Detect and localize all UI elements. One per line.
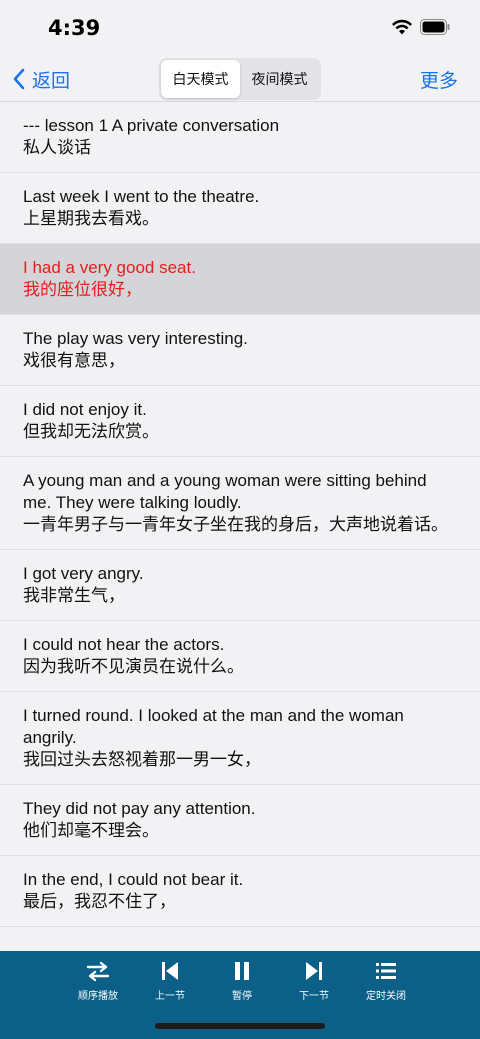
sentence-english: In the end, I could not bear it. (23, 870, 244, 889)
list-icon (376, 963, 396, 979)
segment-day-mode[interactable]: 白天模式 (161, 60, 240, 98)
sentence-row[interactable]: In the end, I could not bear it. 最后，我忍不住… (0, 856, 480, 927)
more-button[interactable]: 更多 (420, 66, 458, 93)
sentence-row[interactable]: I turned round. I looked at the man and … (0, 692, 480, 785)
sentence-english: I could not hear the actors. (23, 635, 225, 654)
status-bar: 4:39 (0, 0, 480, 56)
sentence-chinese: 我非常生气， (23, 586, 125, 606)
order-play-button[interactable]: 顺序播放 (62, 959, 134, 1005)
sentence-english: The play was very interesting. (23, 329, 248, 348)
back-button[interactable]: 返回 (12, 62, 70, 96)
pause-icon (235, 962, 249, 980)
chevron-left-icon (13, 68, 25, 90)
order-play-label: 顺序播放 (78, 991, 118, 1002)
home-indicator (155, 1023, 325, 1029)
sentence-english: Last week I went to the theatre. (23, 187, 260, 206)
sentence-row[interactable]: I could not hear the actors. 因为我听不见演员在说什… (0, 621, 480, 692)
back-label: 返回 (32, 69, 71, 92)
sentence-row[interactable]: Last week I went to the theatre. 上星期我去看戏… (0, 173, 480, 244)
segment-night-mode[interactable]: 夜间模式 (240, 60, 319, 98)
skip-forward-icon (306, 962, 322, 980)
sleep-timer-button[interactable]: 定时关闭 (350, 959, 422, 1005)
player-controls: 顺序播放 上一节 暂停 下一节 定时关闭 (62, 959, 422, 1005)
sentence-chinese: 戏很有意思， (23, 351, 125, 371)
pause-label: 暂停 (232, 991, 252, 1002)
sentence-row[interactable]: A young man and a young woman were sitti… (0, 457, 480, 550)
previous-section-label: 上一节 (155, 991, 185, 1002)
sentence-row[interactable]: I did not enjoy it. 但我却无法欣赏。 (0, 386, 480, 457)
sentence-english: A young man and a young woman were sitti… (23, 471, 427, 512)
sentence-english: --- lesson 1 A private conversation (23, 116, 280, 135)
nav-bar: 返回 白天模式 夜间模式 更多 (0, 56, 480, 102)
sentence-row[interactable]: They did not pay any attention. 他们却毫不理会。 (0, 785, 480, 856)
sentence-english: I got very angry. (23, 564, 144, 583)
battery-icon (420, 19, 450, 35)
sentence-row[interactable]: --- lesson 1 A private conversation 私人谈话 (0, 102, 480, 173)
pause-button[interactable]: 暂停 (206, 959, 278, 1005)
sentence-chinese: 但我却无法欣赏。 (23, 422, 159, 442)
sentence-chinese: 他们却毫不理会。 (23, 821, 159, 841)
next-section-button[interactable]: 下一节 (278, 959, 350, 1005)
status-time: 4:39 (48, 16, 101, 40)
previous-section-button[interactable]: 上一节 (134, 959, 206, 1005)
sleep-timer-label: 定时关闭 (366, 991, 406, 1002)
next-section-label: 下一节 (299, 991, 329, 1002)
sentence-english: I turned round. I looked at the man and … (23, 706, 404, 747)
sentence-row[interactable]: I got very angry. 我非常生气， (0, 550, 480, 621)
sentence-row-current[interactable]: I had a very good seat. 我的座位很好， (0, 244, 480, 315)
wifi-icon (392, 19, 412, 35)
sentence-list[interactable]: --- lesson 1 A private conversation 私人谈话… (0, 102, 480, 951)
sentence-chinese: 因为我听不见演员在说什么。 (23, 657, 244, 677)
sentence-english: They did not pay any attention. (23, 799, 256, 818)
theme-segmented-control: 白天模式 夜间模式 (159, 58, 321, 100)
sentence-chinese: 上星期我去看戏。 (23, 209, 159, 229)
sentence-chinese: 我的座位很好， (23, 280, 142, 300)
sentence-chinese: 最后，我忍不住了， (23, 892, 176, 912)
sentence-chinese: 私人谈话 (23, 138, 91, 158)
sentence-chinese: 一青年男子与一青年女子坐在我的身后，大声地说着话。 (23, 515, 448, 535)
skip-back-icon (162, 962, 178, 980)
sentence-row[interactable]: The play was very interesting. 戏很有意思， (0, 315, 480, 386)
sentence-english: I did not enjoy it. (23, 400, 147, 419)
sentence-english: I had a very good seat. (23, 258, 196, 277)
shuffle-icon (86, 961, 110, 982)
sentence-chinese: 我回过头去怒视着那一男一女， (23, 750, 261, 770)
